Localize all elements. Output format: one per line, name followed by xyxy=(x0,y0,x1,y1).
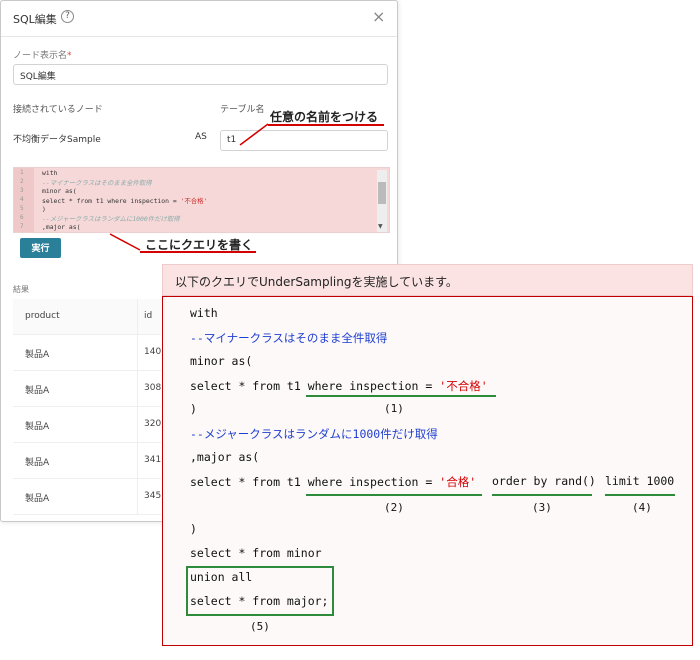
column-divider xyxy=(137,443,138,479)
dialog-header: SQL編集 ? × xyxy=(1,1,397,37)
close-icon[interactable]: × xyxy=(372,7,385,26)
line-number: 1 xyxy=(20,169,24,176)
table-row: 製品A 320 xyxy=(13,407,161,443)
code-line: ,major as( xyxy=(42,223,81,231)
alias-annotation-underline xyxy=(268,124,384,126)
query-comment-major: --メジャークラスはランダムに1000件だけ取得 xyxy=(190,427,438,441)
query-line-major-as: ,major as( xyxy=(190,450,260,464)
line-number: 6 xyxy=(20,214,24,221)
query-line-major-select: select * from t1 where inspection = '合格' xyxy=(190,474,476,490)
query-limit: limit 1000 xyxy=(605,474,675,488)
help-icon[interactable]: ? xyxy=(61,10,74,23)
explanation-header-text: 以下のクエリでUnderSamplingを実施しています。 xyxy=(175,275,458,289)
code-comment-line: --メジャークラスはランダムに1000件だけ取得 xyxy=(42,215,180,223)
query-where-text: where inspection = xyxy=(307,475,440,489)
query-line-with: with xyxy=(190,306,218,320)
column-divider xyxy=(137,371,138,407)
line-number: 5 xyxy=(20,205,24,212)
cell-product: 製品A xyxy=(25,458,50,468)
cell-id: 320 xyxy=(144,419,162,429)
scroll-down-arrow-icon[interactable]: ▼ xyxy=(378,223,383,230)
query-select-text: select * from t1 xyxy=(190,475,308,489)
as-keyword: AS xyxy=(195,132,207,142)
code-line: minor as( xyxy=(42,187,77,195)
marker-5: (5) xyxy=(250,620,270,633)
query-line-minor-as: minor as( xyxy=(190,354,253,368)
cell-id: 308 xyxy=(144,383,162,393)
query-line-select-minor: select * from minor xyxy=(190,546,322,560)
table-row: 製品A 341 xyxy=(13,443,161,479)
cell-id: 140 xyxy=(144,347,162,357)
results-label: 結果 xyxy=(13,285,29,294)
column-divider xyxy=(137,299,138,335)
table-row: 製品A 345 xyxy=(13,479,161,515)
sql-editor[interactable]: 1 2 3 4 5 6 7 with --マイナークラスはそのまま全件取得 mi… xyxy=(13,167,390,233)
query-annotation-underline xyxy=(140,251,256,253)
column-header-id: id xyxy=(144,311,153,321)
cell-id: 341 xyxy=(144,455,162,465)
code-line: ) xyxy=(42,205,46,213)
column-divider xyxy=(137,479,138,515)
query-where-text: where inspection = xyxy=(307,379,440,393)
underline-3 xyxy=(492,494,592,496)
code-line: select * from t1 where inspection = '不合格… xyxy=(42,196,207,205)
code-comment-line: --マイナークラスはそのまま全件取得 xyxy=(42,179,152,187)
query-line-close-1: ) xyxy=(190,402,197,416)
alias-annotation: 任意の名前をつける xyxy=(270,110,379,124)
table-name-label: テーブル名 xyxy=(220,105,265,115)
node-name-label: ノード表示名* xyxy=(13,48,72,61)
line-number: 3 xyxy=(20,187,24,194)
underline-2 xyxy=(306,494,482,496)
code-line: with xyxy=(42,169,58,177)
line-number: 7 xyxy=(20,223,24,230)
marker-1: (1) xyxy=(384,402,404,415)
underline-1 xyxy=(306,395,496,397)
node-name-label-text: ノード表示名 xyxy=(13,51,68,61)
line-number-gutter: 1 2 3 4 5 6 7 xyxy=(14,168,34,232)
marker-3: (3) xyxy=(532,501,552,514)
cell-product: 製品A xyxy=(25,494,50,504)
cell-product: 製品A xyxy=(25,386,50,396)
table-alias-input[interactable]: t1 xyxy=(220,130,388,151)
column-header-product: product xyxy=(25,311,60,321)
cell-id: 345 xyxy=(144,491,162,501)
source-node-name: 不均衡データSample xyxy=(13,135,101,145)
cell-product: 製品A xyxy=(25,422,50,432)
query-comment-minor: --マイナークラスはそのまま全件取得 xyxy=(190,331,388,345)
table-row: 製品A 308 xyxy=(13,371,161,407)
code-string: '不合格' xyxy=(180,197,208,205)
marker-2: (2) xyxy=(384,501,404,514)
table-row: 製品A 140 xyxy=(13,335,161,371)
node-name-input[interactable]: SQL編集 xyxy=(13,64,388,85)
column-divider xyxy=(137,407,138,443)
required-mark: * xyxy=(67,51,72,61)
dialog-title: SQL編集 xyxy=(13,13,57,26)
table-header-row: product id xyxy=(13,299,161,335)
editor-scrollbar[interactable]: ▼ xyxy=(377,170,387,232)
column-divider xyxy=(137,335,138,371)
line-number: 2 xyxy=(20,178,24,185)
query-value-pass: '合格' xyxy=(439,475,477,489)
query-line-close-2: ) xyxy=(190,522,197,536)
query-line-minor-select: select * from t1 where inspection = '不合格… xyxy=(190,378,488,394)
line-number: 4 xyxy=(20,196,24,203)
query-select-text: select * from t1 xyxy=(190,379,308,393)
cell-product: 製品A xyxy=(25,350,50,360)
underline-4 xyxy=(605,494,675,496)
union-highlight-box xyxy=(186,566,334,616)
query-order-by: order by rand() xyxy=(492,474,596,488)
query-value-fail: '不合格' xyxy=(439,379,488,393)
run-button[interactable]: 実行 xyxy=(20,238,61,258)
code-text: select * from t1 where inspection = xyxy=(42,197,181,205)
scrollbar-thumb[interactable] xyxy=(378,182,386,204)
connected-node-label: 接続されているノード xyxy=(13,105,103,115)
explanation-header: 以下のクエリでUnderSamplingを実施しています。 xyxy=(162,264,693,296)
marker-4: (4) xyxy=(632,501,652,514)
